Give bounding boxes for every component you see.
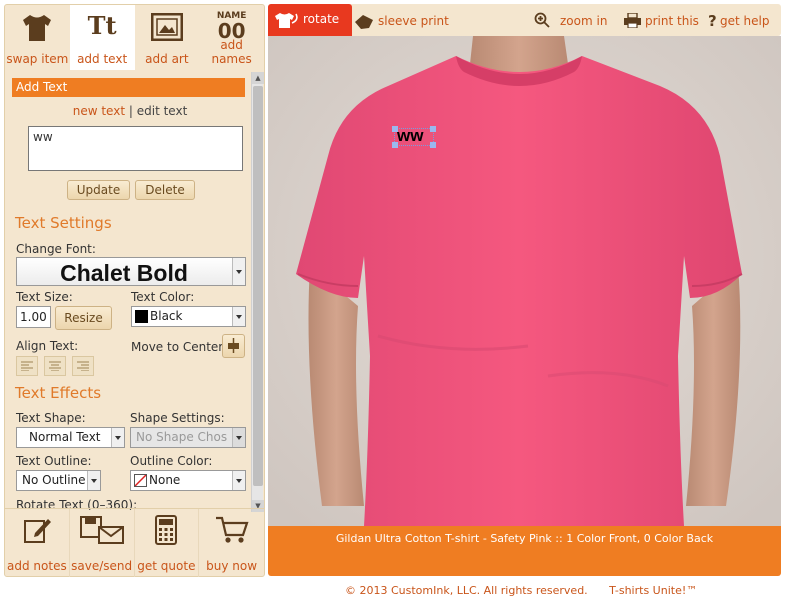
new-text-link[interactable]: new text bbox=[73, 104, 125, 118]
scroll-thumb[interactable] bbox=[253, 86, 263, 486]
text-shape-select[interactable]: Normal Text bbox=[16, 427, 125, 448]
tshirt-icon bbox=[20, 13, 54, 46]
move-to-center-button[interactable] bbox=[222, 334, 245, 358]
outline-color-select[interactable]: None bbox=[130, 470, 246, 491]
sleeve-icon bbox=[355, 15, 373, 29]
color-swatch bbox=[135, 310, 148, 323]
copyright-text: © 2013 CustomInk, LLC. All rights reserv… bbox=[345, 584, 588, 597]
sleeve-print-button[interactable]: sleeve print bbox=[354, 4, 454, 36]
resize-handle[interactable] bbox=[392, 126, 398, 132]
question-mark-icon: ? bbox=[708, 12, 717, 30]
page-footer: © 2013 CustomInk, LLC. All rights reserv… bbox=[345, 584, 697, 597]
align-right-icon bbox=[77, 361, 89, 371]
product-caption: Gildan Ultra Cotton T-shirt - Safety Pin… bbox=[268, 526, 781, 576]
resize-handle[interactable] bbox=[430, 126, 436, 132]
chevron-down-icon bbox=[232, 258, 245, 285]
text-size-input[interactable]: 1.00 bbox=[16, 306, 51, 328]
text-color-select[interactable]: Black bbox=[131, 306, 246, 327]
tab-add-text[interactable]: Tt add text bbox=[69, 5, 135, 70]
change-font-label: Change Font: bbox=[16, 242, 96, 256]
font-select[interactable]: Chalet Bold bbox=[16, 257, 246, 286]
tab-buy-now[interactable]: buy now bbox=[199, 509, 264, 577]
stage-toolbar: rotate sleeve print zoom in print this ?… bbox=[268, 4, 781, 36]
bottom-tab-bar: add notes save/send get quote buy now bbox=[5, 508, 264, 577]
text-mode-switch: new text | edit text bbox=[10, 104, 250, 118]
picture-frame-icon bbox=[150, 12, 184, 44]
save-send-icon bbox=[79, 515, 125, 548]
text-effects-heading: Text Effects bbox=[15, 384, 102, 402]
align-center-button[interactable] bbox=[44, 356, 66, 376]
design-sidebar: swap item Tt add text add art NAME 00 ad… bbox=[4, 4, 265, 577]
align-center-icon bbox=[49, 361, 61, 371]
calculator-icon bbox=[155, 515, 178, 548]
print-this-button[interactable]: print this bbox=[624, 4, 704, 36]
add-text-panel: Add Text new text | edit text ww Update … bbox=[10, 70, 250, 510]
design-stage[interactable]: ww bbox=[268, 36, 781, 526]
center-align-icon bbox=[228, 338, 239, 353]
text-entry-field[interactable]: ww bbox=[28, 126, 243, 171]
tab-save-send[interactable]: save/send bbox=[70, 509, 135, 577]
no-color-swatch-icon bbox=[134, 474, 147, 487]
resize-button[interactable]: Resize bbox=[55, 306, 112, 330]
panel-header: Add Text bbox=[12, 78, 245, 97]
text-color-label: Text Color: bbox=[131, 290, 195, 304]
text-outline-label: Text Outline: bbox=[16, 454, 92, 468]
outline-color-label: Outline Color: bbox=[130, 454, 213, 468]
printer-icon bbox=[624, 13, 641, 28]
name-number-icon: NAME 00 bbox=[216, 11, 247, 43]
tab-add-art[interactable]: add art bbox=[135, 5, 200, 70]
top-tab-bar: swap item Tt add text add art NAME 00 ad… bbox=[5, 5, 264, 70]
tab-swap-item[interactable]: swap item bbox=[5, 5, 70, 70]
zoom-in-icon bbox=[534, 12, 550, 28]
align-left-button[interactable] bbox=[16, 356, 38, 376]
tab-add-names[interactable]: NAME 00 add names bbox=[199, 5, 264, 70]
get-help-button[interactable]: ? get help bbox=[708, 4, 778, 36]
chevron-box-icon bbox=[87, 471, 100, 490]
move-to-center-label: Move to Center bbox=[131, 340, 224, 354]
delete-button[interactable]: Delete bbox=[135, 180, 195, 200]
text-tt-icon: Tt bbox=[87, 11, 117, 40]
shape-settings-label: Shape Settings: bbox=[130, 411, 225, 425]
resize-handle[interactable] bbox=[430, 142, 436, 148]
shape-settings-select[interactable]: No Shape Chos bbox=[130, 427, 246, 448]
zoom-in-button[interactable]: zoom in bbox=[534, 4, 608, 36]
tshirt-model-image bbox=[268, 36, 781, 526]
chevron-box-icon bbox=[232, 428, 245, 447]
scroll-up-icon[interactable]: ▲ bbox=[252, 72, 264, 84]
notes-pencil-icon bbox=[22, 515, 52, 548]
update-button[interactable]: Update bbox=[67, 180, 130, 200]
cart-icon bbox=[215, 515, 249, 548]
align-text-label: Align Text: bbox=[16, 339, 79, 353]
text-size-label: Text Size: bbox=[16, 290, 73, 304]
panel-scrollbar[interactable]: ▲ ▼ bbox=[251, 72, 264, 512]
align-right-button[interactable] bbox=[72, 356, 94, 376]
resize-handle[interactable] bbox=[392, 142, 398, 148]
rotate-button[interactable]: rotate bbox=[268, 4, 352, 36]
design-text-object[interactable]: ww bbox=[392, 126, 436, 148]
tab-get-quote[interactable]: get quote bbox=[135, 509, 200, 577]
align-left-icon bbox=[21, 361, 33, 371]
chevron-down-icon bbox=[111, 428, 124, 447]
rotate-shirt-icon bbox=[275, 13, 298, 28]
text-shape-label: Text Shape: bbox=[16, 411, 86, 425]
chevron-down-icon bbox=[232, 307, 245, 326]
text-settings-heading: Text Settings bbox=[15, 214, 112, 232]
tagline-text: T-shirts Unite!™ bbox=[609, 584, 698, 597]
tab-add-notes[interactable]: add notes bbox=[5, 509, 70, 577]
chevron-down-icon bbox=[232, 471, 245, 490]
mode-separator: | bbox=[128, 104, 133, 118]
edit-text-link[interactable]: edit text bbox=[137, 104, 188, 118]
text-outline-select[interactable]: No Outline bbox=[16, 470, 101, 491]
